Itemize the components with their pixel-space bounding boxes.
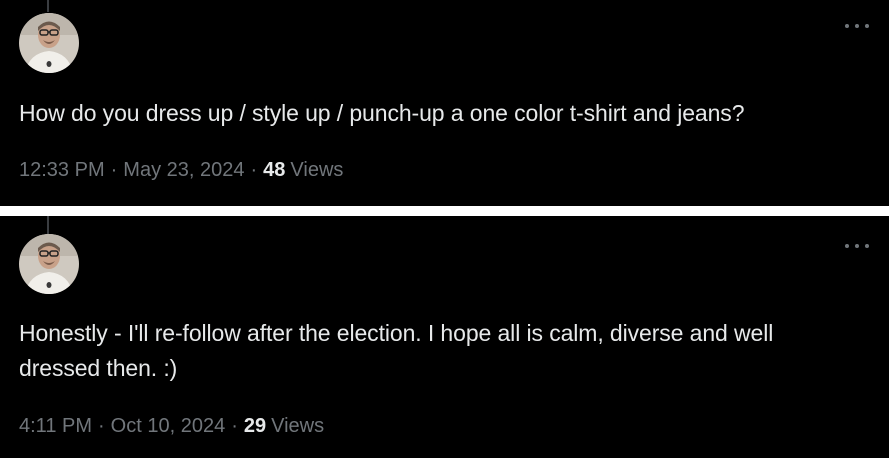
views-label: Views — [290, 159, 344, 181]
dot — [855, 244, 859, 248]
tweet-time[interactable]: 4:11 PM — [19, 415, 92, 437]
thread-connector — [47, 0, 49, 12]
avatar-image — [19, 234, 79, 294]
views-count: 29 — [243, 415, 267, 437]
dot — [845, 244, 849, 248]
views-label: Views — [271, 415, 325, 437]
more-horizontal-icon[interactable] — [845, 238, 869, 254]
dot — [855, 24, 859, 28]
more-horizontal-icon[interactable] — [845, 18, 869, 34]
tweet-date[interactable]: Oct 10, 2024 — [111, 415, 226, 437]
tweet-metadata: 4:11 PM · Oct 10, 2024 · 29 Views — [19, 414, 324, 438]
tweet-time[interactable]: 12:33 PM — [19, 159, 105, 181]
tweet-card: Honestly - I'll re-follow after the elec… — [0, 216, 889, 458]
dot — [865, 244, 869, 248]
avatar-image — [19, 13, 79, 73]
dot — [845, 24, 849, 28]
tweet-card: How do you dress up / style up / punch-u… — [0, 0, 889, 206]
separator: · — [98, 415, 105, 437]
separator: · — [250, 159, 258, 181]
tweet-date[interactable]: May 23, 2024 — [123, 159, 244, 181]
views-count: 48 — [263, 159, 286, 181]
tweet-text: How do you dress up / style up / punch-u… — [19, 100, 745, 126]
separator: · — [110, 159, 118, 181]
avatar[interactable] — [19, 13, 79, 73]
thread-connector — [47, 216, 49, 234]
avatar[interactable] — [19, 234, 79, 294]
tweet-text: Honestly - I'll re-follow after the elec… — [19, 320, 774, 381]
separator: · — [231, 415, 238, 437]
dot — [865, 24, 869, 28]
tweet-metadata: 12:33 PM · May 23, 2024 · 48 Views — [19, 158, 343, 182]
